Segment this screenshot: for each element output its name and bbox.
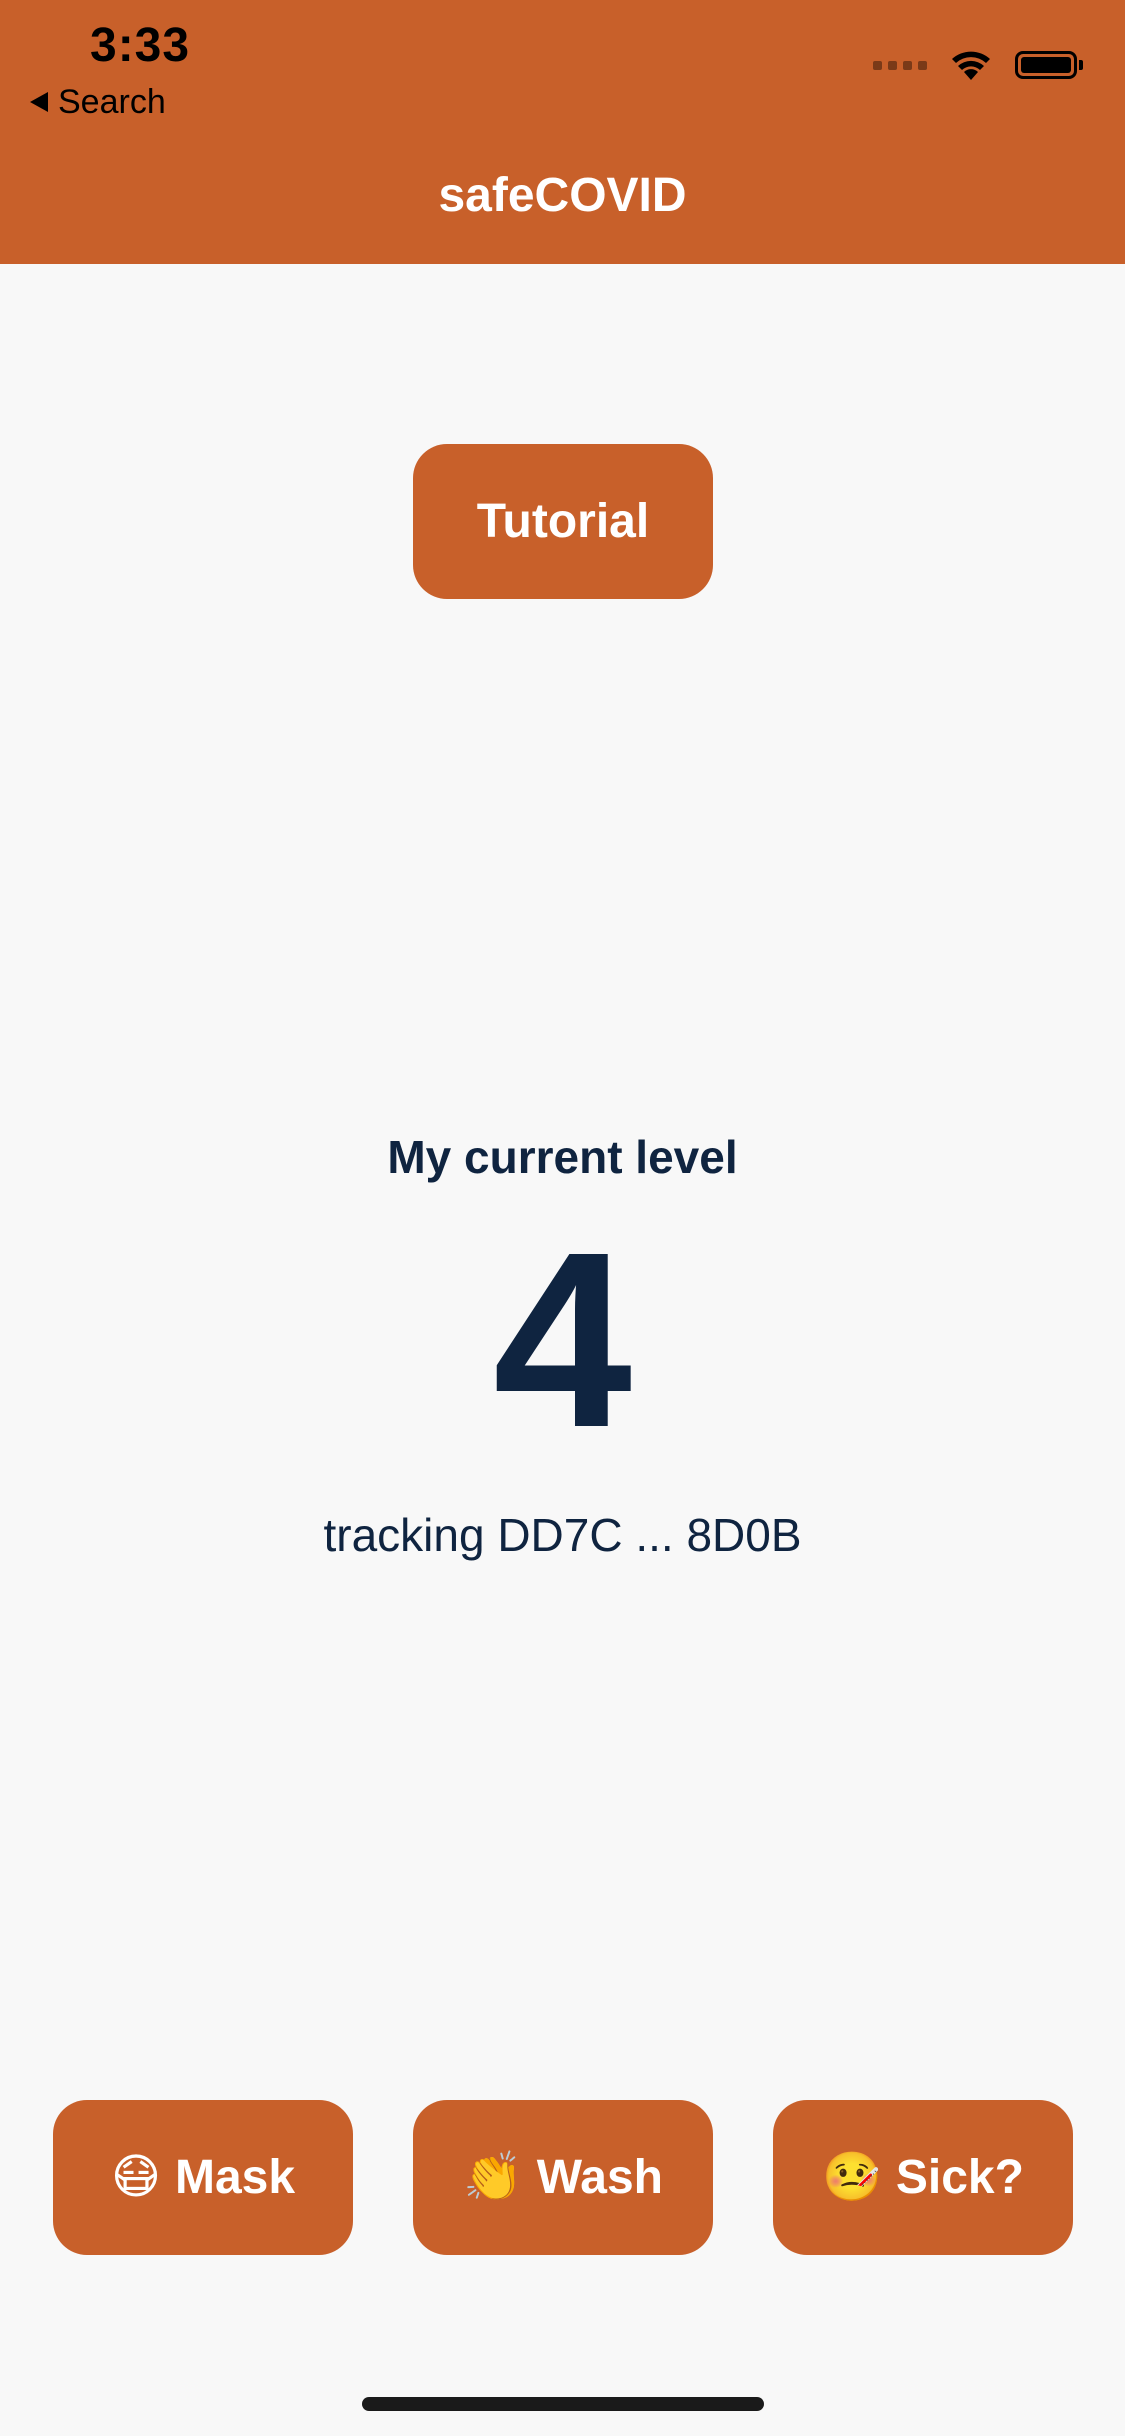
tutorial-button[interactable]: Tutorial <box>413 444 713 599</box>
signal-icon <box>873 60 927 70</box>
battery-icon <box>1015 51 1083 79</box>
clapping-hands-icon: 👏 <box>463 2150 523 2204</box>
back-arrow-icon <box>30 92 48 112</box>
current-level-value: 4 <box>492 1200 633 1479</box>
thermometer-face-icon: 🤒 <box>822 2150 882 2204</box>
tracking-id-text: tracking DD7C ... 8D0B <box>323 1509 802 1561</box>
wifi-icon <box>949 48 993 82</box>
status-icons <box>873 48 1083 82</box>
mask-face-icon: 😷 <box>110 2150 161 2204</box>
sick-button-label: Sick? <box>895 2151 1024 2204</box>
back-label: Search <box>58 82 166 121</box>
current-level-label: My current level <box>387 1131 738 1183</box>
nav-header: 3:33 Search safeCOVID <box>0 0 1125 264</box>
back-to-search-link[interactable]: Search <box>30 82 166 122</box>
mask-button-label: Mask <box>174 2151 296 2204</box>
home-indicator[interactable] <box>362 2397 764 2411</box>
wash-button-label: Wash <box>536 2151 663 2204</box>
status-time: 3:33 <box>90 19 191 72</box>
wash-button[interactable]: 👏 Wash <box>413 2100 713 2255</box>
page-title: safeCOVID <box>438 169 687 222</box>
mask-button[interactable]: 😷 Mask <box>53 2100 353 2255</box>
sick-button[interactable]: 🤒 Sick? <box>773 2100 1073 2255</box>
